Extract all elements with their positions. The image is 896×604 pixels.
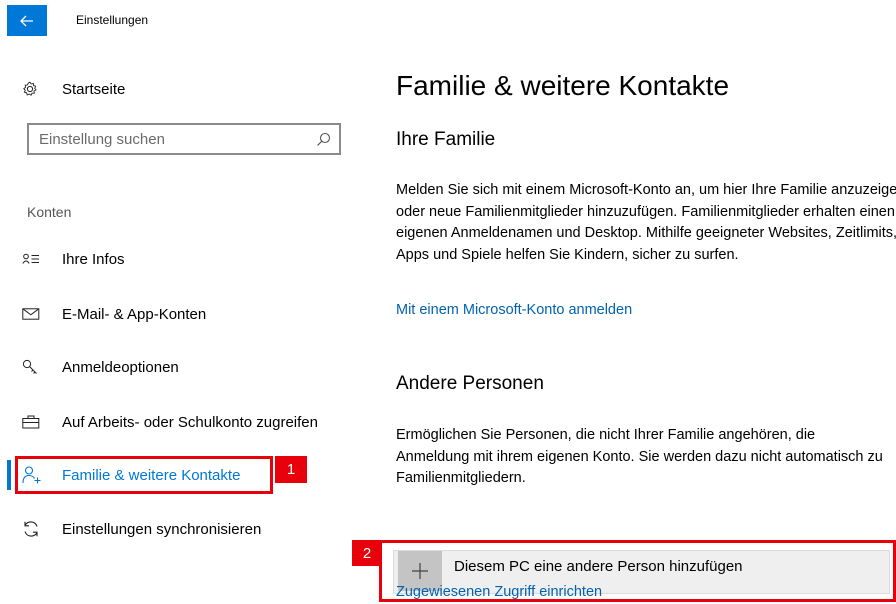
search-icon bbox=[317, 132, 331, 146]
sidebar-item-label: Einstellungen synchronisieren bbox=[62, 520, 262, 538]
mail-icon bbox=[22, 308, 44, 320]
home-nav-item[interactable]: Startseite bbox=[22, 74, 125, 104]
assigned-access-link[interactable]: Zugewiesenen Zugriff einrichten bbox=[396, 583, 602, 601]
sidebar-item-email-accounts[interactable]: E-Mail- & App-Konten bbox=[22, 299, 206, 329]
back-arrow-icon bbox=[20, 15, 33, 26]
search-input[interactable] bbox=[39, 130, 309, 148]
add-other-person-label: Diesem PC eine andere Person hinzufügen bbox=[454, 558, 743, 575]
sidebar-item-label: Auf Arbeits- oder Schulkonto zugreifen bbox=[62, 413, 318, 431]
microsoft-account-sign-in-link[interactable]: Mit einem Microsoft-Konto anmelden bbox=[396, 302, 632, 318]
family-description: Melden Sie sich mit einem Microsoft-Kont… bbox=[396, 182, 896, 263]
back-button[interactable] bbox=[7, 5, 47, 36]
family-heading: Ihre Familie bbox=[396, 129, 496, 150]
gear-icon bbox=[22, 81, 44, 97]
sidebar-item-your-info[interactable]: Ihre Infos bbox=[22, 244, 125, 274]
sync-icon bbox=[22, 520, 44, 538]
section-label-accounts: Konten bbox=[27, 204, 72, 220]
briefcase-icon bbox=[22, 415, 44, 429]
sidebar-item-sync[interactable]: Einstellungen synchronisieren bbox=[22, 514, 261, 544]
sidebar-item-label: Anmeldeoptionen bbox=[62, 358, 179, 376]
key-icon bbox=[22, 359, 44, 375]
sidebar-item-label: Familie & weitere Kontakte bbox=[62, 466, 241, 484]
sidebar-item-family[interactable]: Familie & weitere Kontakte bbox=[22, 460, 240, 490]
annotation-badge-1: 1 bbox=[275, 456, 307, 483]
home-label: Startseite bbox=[62, 80, 126, 98]
annotation-badge-2: 2 bbox=[352, 540, 382, 566]
app-title: Einstellungen bbox=[76, 13, 149, 27]
active-indicator bbox=[7, 460, 11, 490]
sidebar-item-label: Ihre Infos bbox=[62, 250, 125, 268]
other-people-heading: Andere Personen bbox=[396, 373, 544, 394]
sidebar-item-sign-in-options[interactable]: Anmeldeoptionen bbox=[22, 352, 179, 382]
add-person-icon bbox=[22, 466, 44, 484]
page-title: Familie & weitere Kontakte bbox=[396, 70, 730, 101]
other-people-description: Ermöglichen Sie Personen, die nicht Ihre… bbox=[396, 427, 883, 486]
sidebar-item-work-school[interactable]: Auf Arbeits- oder Schulkonto zugreifen bbox=[22, 407, 318, 437]
sidebar-item-label: E-Mail- & App-Konten bbox=[62, 305, 207, 323]
contact-card-icon bbox=[22, 253, 44, 265]
settings-search-box[interactable] bbox=[27, 123, 341, 155]
